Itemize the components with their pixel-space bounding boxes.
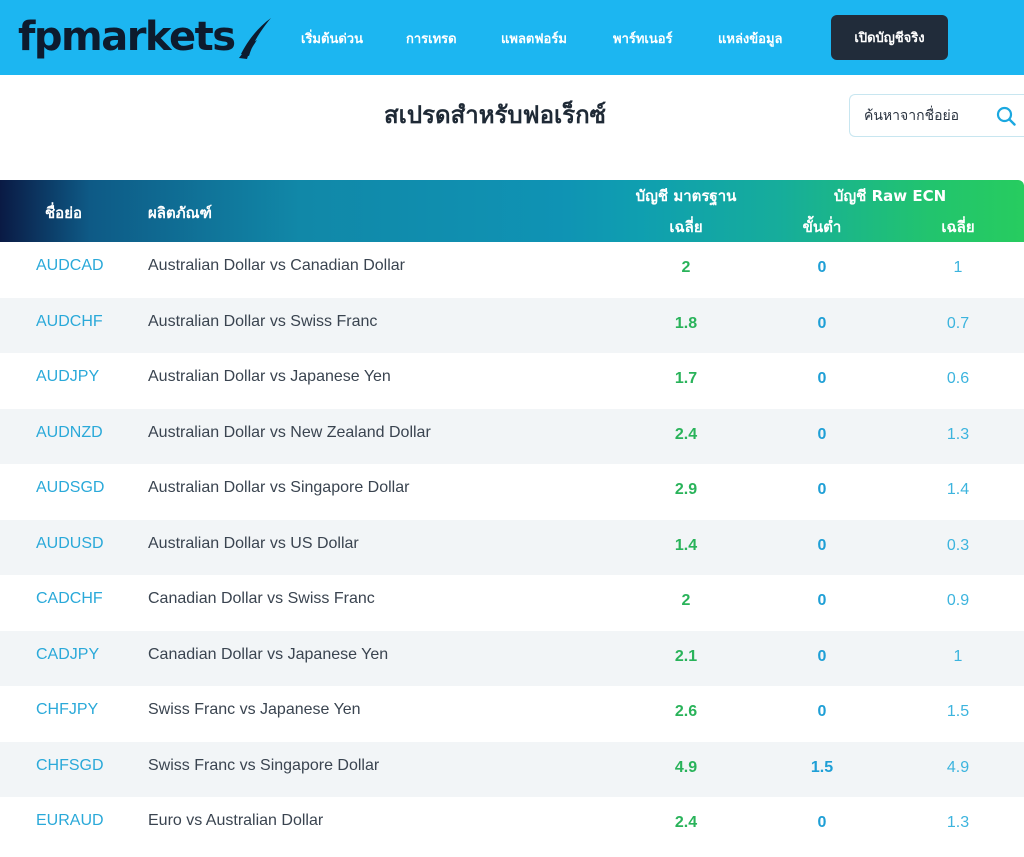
row-raw-avg: 1.3 <box>946 425 970 443</box>
table-row: CADCHF Canadian Dollar vs Swiss Franc 2 … <box>0 575 1024 631</box>
row-symbol[interactable]: CHFJPY <box>36 701 98 719</box>
nav-item-platforms[interactable]: แพลตฟอร์ม <box>501 28 567 49</box>
nav-item-partners[interactable]: พาร์ทเนอร์ <box>613 28 673 49</box>
row-raw-min: 0 <box>817 814 827 831</box>
row-standard-avg: 1.4 <box>674 536 698 554</box>
logo-swoosh-icon <box>238 18 271 59</box>
page-title: สเปรดสำหรับฟอเร็กซ์ <box>384 101 606 129</box>
nav-item-resources[interactable]: แหล่งข้อมูล <box>718 28 783 49</box>
row-standard-avg: 2.6 <box>674 703 698 720</box>
row-product: Australian Dollar vs Swiss Franc <box>148 312 378 330</box>
row-standard-avg: 2.4 <box>674 814 698 831</box>
search-box <box>849 94 1024 137</box>
open-live-account-button[interactable]: เปิดบัญชีจริง <box>831 15 948 60</box>
row-product: Australian Dollar vs Canadian Dollar <box>148 257 406 274</box>
search-icon[interactable] <box>996 106 1016 126</box>
table-row: AUDJPY Australian Dollar vs Japanese Yen… <box>0 353 1024 409</box>
brand-name: fpmarkets <box>18 14 236 60</box>
row-standard-avg: 1.7 <box>674 370 698 387</box>
spread-table-body: AUDCAD Australian Dollar vs Canadian Dol… <box>0 242 1024 853</box>
row-raw-min: 0 <box>817 314 827 332</box>
table-row: AUDUSD Australian Dollar vs US Dollar 1.… <box>0 519 1024 575</box>
table-header: ชื่อย่อ ผลิตภัณฑ์ บัญชี มาตรฐาน เฉลี่ย บ… <box>0 180 1024 242</box>
header-raw-avg[interactable]: เฉลี่ย <box>912 215 1004 239</box>
row-standard-avg: 2.4 <box>674 425 698 443</box>
row-standard-avg: 2 <box>681 592 691 609</box>
header-raw-min[interactable]: ขั้นต่ำ <box>776 215 868 239</box>
table-row: AUDSGD Australian Dollar vs Singapore Do… <box>0 464 1024 520</box>
row-product: Swiss Franc vs Japanese Yen <box>148 701 361 718</box>
row-product: Canadian Dollar vs Japanese Yen <box>148 645 389 663</box>
row-raw-avg: 1 <box>953 259 963 276</box>
row-product: Australian Dollar vs Japanese Yen <box>148 368 391 385</box>
row-raw-min: 0 <box>817 259 827 276</box>
row-raw-avg: 1 <box>953 647 963 665</box>
table-row: CADJPY Canadian Dollar vs Japanese Yen 2… <box>0 630 1024 686</box>
row-standard-avg: 4.9 <box>674 758 698 776</box>
row-product: Euro vs Australian Dollar <box>148 812 324 829</box>
row-symbol[interactable]: AUDCAD <box>36 257 104 275</box>
table-row: CHFSGD Swiss Franc vs Singapore Dollar 4… <box>0 741 1024 797</box>
row-symbol[interactable]: AUDSGD <box>36 479 104 497</box>
row-raw-min: 0 <box>817 425 827 443</box>
row-raw-avg: 4.9 <box>946 758 970 776</box>
table-row: AUDNZD Australian Dollar vs New Zealand … <box>0 408 1024 464</box>
top-navbar: fpmarkets เริ่มต้นด่วน การเทรด แพลตฟอร์ม… <box>0 0 1024 75</box>
search-input[interactable] <box>864 105 984 127</box>
row-raw-min: 0 <box>817 481 827 498</box>
row-product: Australian Dollar vs New Zealand Dollar <box>148 423 431 441</box>
row-standard-avg: 2.1 <box>674 647 698 665</box>
row-raw-min: 0 <box>817 592 827 609</box>
row-raw-min: 0 <box>817 370 827 387</box>
row-product: Australian Dollar vs Singapore Dollar <box>148 479 410 496</box>
row-standard-avg: 2 <box>681 259 691 276</box>
row-symbol[interactable]: CADCHF <box>36 590 103 608</box>
nav-item-quick-start[interactable]: เริ่มต้นด่วน <box>301 28 363 49</box>
header-product[interactable]: ผลิตภัณฑ์ <box>148 201 212 225</box>
row-standard-avg: 2.9 <box>674 481 698 498</box>
row-raw-min: 0 <box>817 536 827 554</box>
header-standard-account: บัญชี มาตรฐาน <box>635 187 737 205</box>
row-raw-avg: 0.9 <box>946 592 970 609</box>
row-symbol[interactable]: AUDNZD <box>36 424 103 442</box>
row-symbol[interactable]: AUDJPY <box>36 368 99 386</box>
row-symbol[interactable]: AUDUSD <box>36 535 104 553</box>
row-product: Swiss Franc vs Singapore Dollar <box>148 756 380 774</box>
header-standard-avg[interactable]: เฉลี่ย <box>640 215 732 239</box>
row-symbol[interactable]: CADJPY <box>36 646 99 664</box>
table-row: AUDCAD Australian Dollar vs Canadian Dol… <box>0 242 1024 298</box>
row-standard-avg: 1.8 <box>674 314 698 332</box>
table-row: AUDCHF Australian Dollar vs Swiss Franc … <box>0 297 1024 353</box>
header-raw-account: บัญชี Raw ECN <box>833 187 947 205</box>
row-symbol[interactable]: EURAUD <box>36 812 104 830</box>
row-product: Australian Dollar vs US Dollar <box>148 534 359 552</box>
row-raw-min: 1.5 <box>810 758 834 776</box>
row-raw-avg: 0.7 <box>946 314 970 332</box>
row-raw-avg: 1.4 <box>946 481 970 498</box>
row-raw-min: 0 <box>817 647 827 665</box>
nav-item-trading[interactable]: การเทรด <box>406 28 457 49</box>
table-row: CHFJPY Swiss Franc vs Japanese Yen 2.6 0… <box>0 686 1024 742</box>
row-raw-avg: 1.3 <box>946 814 970 831</box>
brand-logo[interactable]: fpmarkets <box>18 12 273 62</box>
row-raw-min: 0 <box>817 703 827 720</box>
row-raw-avg: 1.5 <box>946 703 970 720</box>
row-symbol[interactable]: AUDCHF <box>36 313 103 331</box>
header-symbol[interactable]: ชื่อย่อ <box>45 201 82 225</box>
row-raw-avg: 0.3 <box>946 536 970 554</box>
table-row: EURAUD Euro vs Australian Dollar 2.4 0 1… <box>0 797 1024 853</box>
row-symbol[interactable]: CHFSGD <box>36 757 104 775</box>
row-product: Canadian Dollar vs Swiss Franc <box>148 590 375 607</box>
row-raw-avg: 0.6 <box>946 370 970 387</box>
